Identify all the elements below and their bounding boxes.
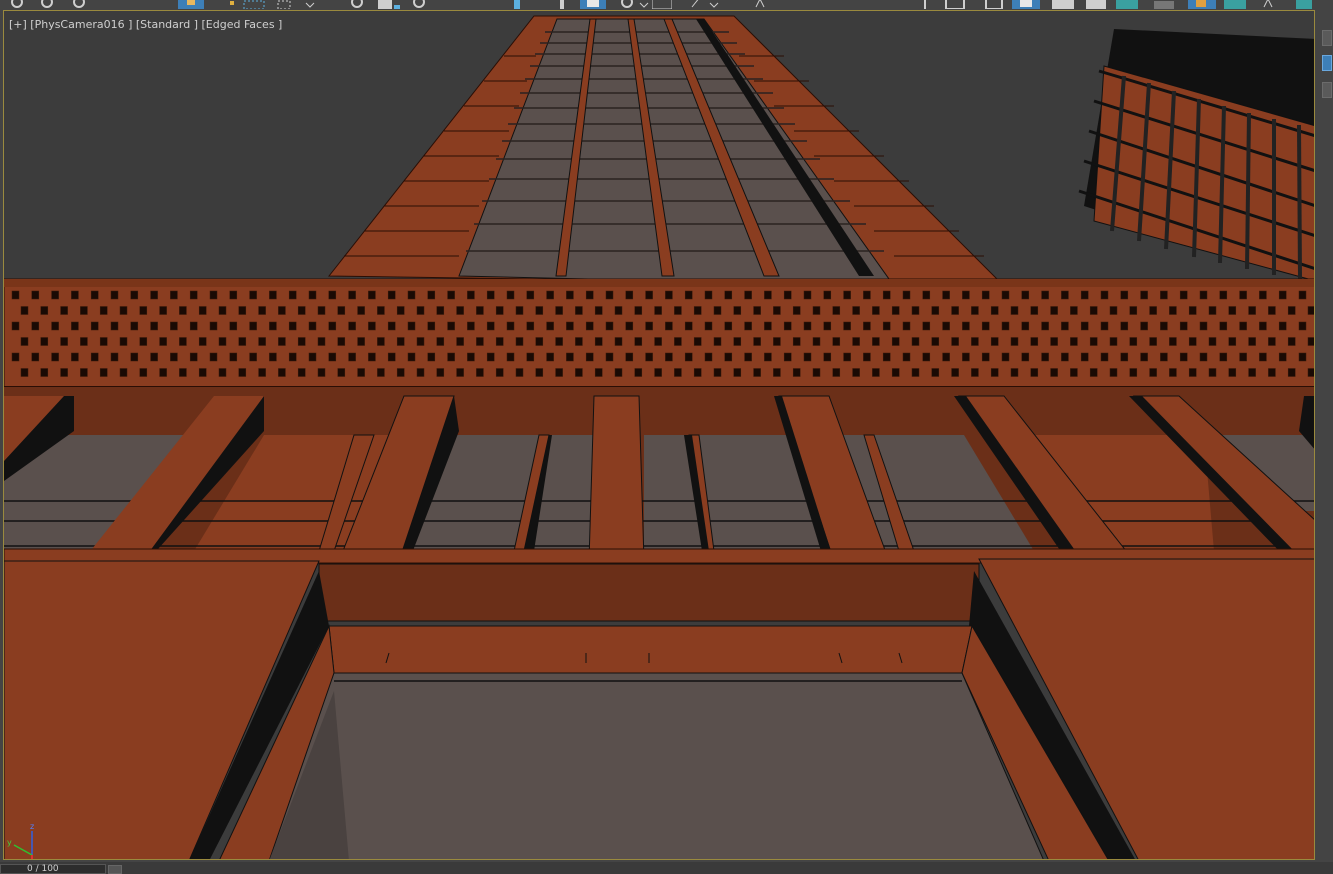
next-frame-button[interactable]: [108, 865, 122, 874]
viewport-label[interactable]: [+] [PhysCamera016 ] [Standard ] [Edged …: [9, 18, 282, 31]
material-editor-icon[interactable]: [690, 0, 720, 8]
rotate-icon[interactable]: [350, 0, 364, 8]
create-tab-button[interactable]: [1322, 55, 1332, 71]
curve-editor-icon[interactable]: [651, 0, 673, 10]
y-axis-label: y: [7, 838, 12, 847]
axis-gizmo: z y: [7, 822, 34, 859]
main-toolbar: [0, 0, 1333, 10]
link-icon[interactable]: [72, 0, 86, 8]
modify-tab-button[interactable]: [1322, 82, 1332, 98]
undo-icon[interactable]: [10, 0, 24, 8]
render-active-icon[interactable]: [1188, 0, 1216, 9]
render-icon[interactable]: [1052, 0, 1074, 9]
frame-counter[interactable]: 0 / 100: [0, 864, 106, 874]
panel-toggle-button[interactable]: [1322, 30, 1332, 46]
quick-access-icon[interactable]: [918, 0, 932, 9]
region-select-icon[interactable]: [228, 0, 268, 10]
scene-render: [4, 11, 1314, 859]
align-icon[interactable]: [555, 0, 569, 9]
online-render-icon[interactable]: [1294, 0, 1314, 9]
z-axis-label: z: [30, 822, 34, 831]
render-setup-icon[interactable]: [1012, 0, 1040, 9]
schematic-icon[interactable]: [620, 0, 650, 8]
window-crossing-icon[interactable]: [276, 0, 316, 10]
perforated-band: [4, 278, 1314, 388]
render-frame-icon[interactable]: [984, 0, 1004, 10]
angle-snap-icon[interactable]: [412, 0, 426, 8]
viewport-layout-icon[interactable]: [944, 0, 970, 10]
command-panel-edge: [1318, 10, 1333, 860]
entrance-canopy: [4, 558, 1314, 859]
time-slider[interactable]: 0 / 100: [0, 862, 1333, 874]
teapot-icon[interactable]: [752, 0, 772, 8]
effects-icon[interactable]: [1150, 0, 1180, 9]
snap-icon[interactable]: [378, 0, 402, 9]
lower-facade: [4, 387, 1314, 564]
redo-icon[interactable]: [40, 0, 54, 8]
render-iterative-icon[interactable]: [1262, 0, 1282, 8]
select-icon[interactable]: [178, 0, 204, 9]
mirror-icon[interactable]: [510, 0, 524, 9]
render-frame-window-icon[interactable]: [1222, 0, 1250, 9]
render-production-icon[interactable]: [1086, 0, 1106, 9]
layer-icon[interactable]: [580, 0, 606, 9]
environment-icon[interactable]: [1116, 0, 1140, 9]
perspective-viewport[interactable]: [+] [PhysCamera016 ] [Standard ] [Edged …: [3, 10, 1315, 860]
